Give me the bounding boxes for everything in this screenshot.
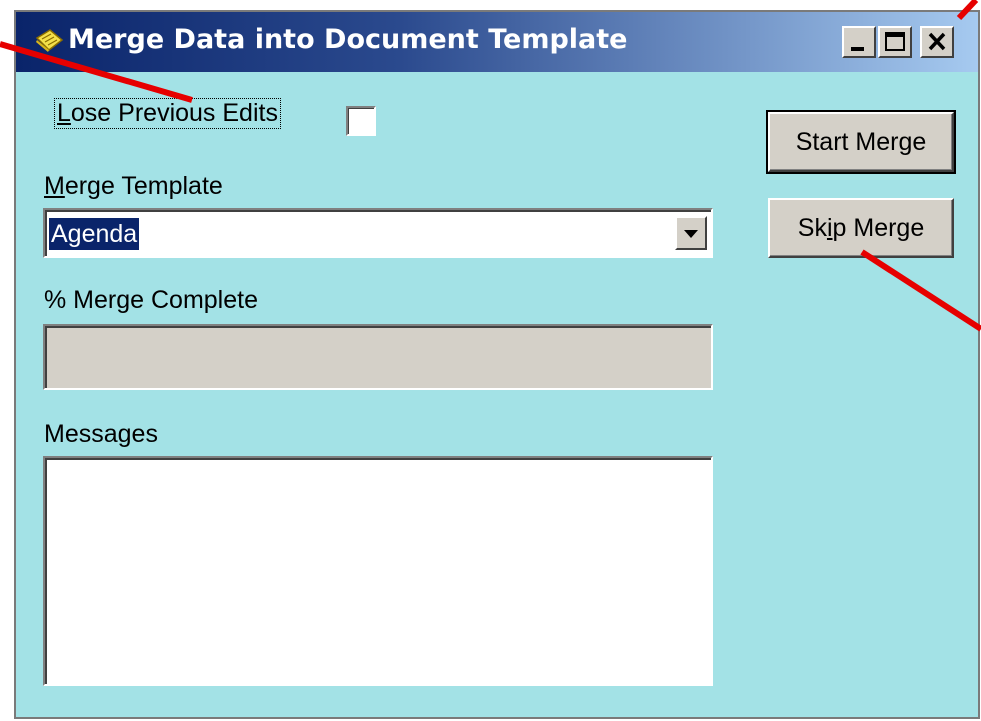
title-bar[interactable]: Merge Data into Document Template xyxy=(16,12,978,72)
merge-template-label: Merge Template xyxy=(44,172,223,201)
merge-template-accelerator: M xyxy=(44,172,65,200)
maximize-button[interactable] xyxy=(878,26,912,58)
lose-edits-accelerator: L xyxy=(57,99,71,127)
document-merge-icon xyxy=(34,28,64,54)
window-title: Merge Data into Document Template xyxy=(68,24,628,55)
merge-complete-label: % Merge Complete xyxy=(44,286,258,314)
skip-merge-label-prefix: Sk xyxy=(797,214,827,242)
skip-merge-label-suffix: p Merge xyxy=(832,214,925,242)
screenshot-stage: Merge Data into Document Template Lose P… xyxy=(0,0,981,721)
minimize-button[interactable] xyxy=(842,26,876,58)
merge-progress-bar xyxy=(43,324,713,390)
messages-label: Messages xyxy=(44,420,158,448)
close-button[interactable] xyxy=(920,26,954,58)
messages-textarea[interactable] xyxy=(43,456,713,686)
lose-previous-edits-checkbox[interactable] xyxy=(346,106,376,136)
merge-dialog-window: Merge Data into Document Template Lose P… xyxy=(14,10,980,719)
start-merge-button[interactable]: Start Merge xyxy=(766,110,956,174)
merge-template-dropdown[interactable]: Agenda xyxy=(43,208,713,258)
merge-template-selected-value: Agenda xyxy=(49,218,140,250)
lose-edits-label-text: ose Previous Edits xyxy=(70,99,278,127)
lose-previous-edits-label[interactable]: Lose Previous Edits xyxy=(54,98,281,129)
merge-template-label-text: erge Template xyxy=(64,172,223,200)
dropdown-arrow-button[interactable] xyxy=(675,216,707,250)
skip-merge-button[interactable]: Skip Merge xyxy=(768,198,954,258)
